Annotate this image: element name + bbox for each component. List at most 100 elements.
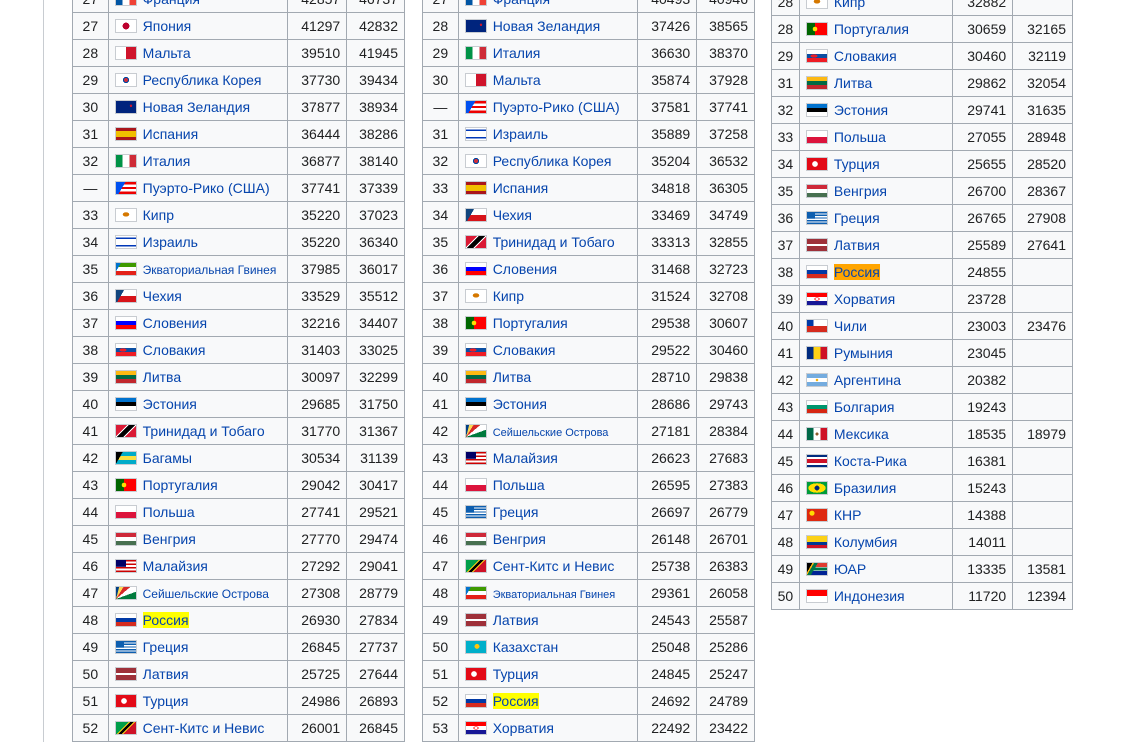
country-link[interactable]: Новая Зеландия: [143, 99, 250, 115]
turkey-flag-icon: [805, 157, 828, 171]
country-link[interactable]: Сент-Китс и Невис: [143, 720, 265, 736]
country-link[interactable]: Эстония: [834, 102, 888, 118]
country-link[interactable]: Греция: [834, 210, 880, 226]
country-link[interactable]: Кипр: [143, 207, 174, 223]
country-link[interactable]: Россия: [492, 693, 539, 709]
country-link[interactable]: Португалия: [143, 477, 218, 493]
country-link[interactable]: Польша: [493, 477, 545, 493]
country-name: Сент-Китс и Невис: [142, 720, 265, 736]
country-link[interactable]: Мальта: [143, 45, 191, 61]
country-link[interactable]: Тринидад и Тобаго: [143, 423, 265, 439]
country-note: (США): [228, 180, 270, 196]
mexico-flag-icon: [805, 427, 828, 441]
country-link[interactable]: Литва: [143, 369, 182, 385]
country-link[interactable]: Пуэрто-Рико (США): [493, 99, 620, 115]
country-link[interactable]: Багамы: [143, 450, 192, 466]
country-link[interactable]: Казахстан: [493, 639, 559, 655]
country-link[interactable]: Израиль: [493, 126, 548, 142]
country-link[interactable]: Испания: [143, 126, 199, 142]
value-cell-2: 29743: [696, 390, 755, 418]
country-link[interactable]: Латвия: [834, 237, 880, 253]
country-link[interactable]: Латвия: [493, 612, 539, 628]
value-cell-1: 32216: [287, 309, 348, 337]
country-link[interactable]: Венгрия: [493, 531, 546, 547]
country-link[interactable]: Литва: [834, 75, 873, 91]
country-link[interactable]: Кипр: [493, 288, 524, 304]
country-link[interactable]: Республика Корея: [493, 153, 612, 169]
country-link[interactable]: ЮАР: [834, 561, 866, 577]
country-link[interactable]: Франция: [143, 0, 200, 7]
country-name: Республика Корея: [492, 153, 612, 169]
country-link[interactable]: Словения: [143, 315, 207, 331]
country-link[interactable]: Экваториальная Гвинея: [143, 263, 277, 277]
country-link[interactable]: Аргентина: [834, 372, 901, 388]
country-cell: Хорватия: [798, 285, 954, 313]
country-link[interactable]: Пуэрто-Рико (США): [143, 180, 270, 196]
country-link[interactable]: Турция: [143, 693, 189, 709]
country-link[interactable]: Индонезия: [834, 588, 905, 604]
country-link[interactable]: Польша: [834, 129, 886, 145]
country-link[interactable]: Румыния: [834, 345, 893, 361]
country-link[interactable]: Сейшельские Острова: [143, 587, 269, 601]
country-link[interactable]: Республика Корея: [143, 72, 262, 88]
value-cell-1: 26700: [952, 177, 1014, 205]
country-link[interactable]: Чехия: [143, 288, 182, 304]
table-row: 48 Россия 26930 27834: [72, 606, 405, 634]
country-link[interactable]: КНР: [834, 507, 862, 523]
country-link[interactable]: Мексика: [834, 426, 889, 442]
country-link[interactable]: Хорватия: [493, 720, 554, 736]
country-link[interactable]: Малайзия: [143, 558, 208, 574]
country-link[interactable]: Греция: [493, 504, 539, 520]
country-link[interactable]: Экваториальная Гвинея: [493, 589, 616, 601]
country-link[interactable]: Россия: [833, 264, 880, 280]
country-link[interactable]: Литва: [493, 369, 532, 385]
country-link[interactable]: Сент-Китс и Невис: [493, 558, 615, 574]
country-link[interactable]: Словакия: [143, 342, 206, 358]
country-link[interactable]: Тринидад и Тобаго: [493, 234, 615, 250]
country-link[interactable]: Греция: [143, 639, 189, 655]
country-link[interactable]: Словакия: [834, 48, 897, 64]
value-cell-1: 34818: [637, 174, 698, 202]
value-cell-1: 28686: [637, 390, 698, 418]
country-link[interactable]: Сейшельские Острова: [493, 427, 609, 439]
country-link[interactable]: Португалия: [493, 315, 568, 331]
country-link[interactable]: Италия: [493, 45, 541, 61]
country-name: Венгрия: [142, 531, 196, 547]
puertorico-flag-icon: [464, 100, 487, 114]
country-link[interactable]: Венгрия: [143, 531, 196, 547]
country-link[interactable]: Болгария: [834, 399, 895, 415]
country-link[interactable]: Хорватия: [834, 291, 895, 307]
country-link[interactable]: Чили: [834, 318, 867, 334]
country-link[interactable]: Франция: [493, 0, 550, 7]
country-link[interactable]: Польша: [143, 504, 195, 520]
country-link[interactable]: Эстония: [143, 396, 197, 412]
country-link[interactable]: Италия: [143, 153, 191, 169]
seychelles-flag-icon: [114, 586, 137, 600]
country-link[interactable]: Турция: [834, 156, 880, 172]
country-link[interactable]: Мальта: [493, 72, 541, 88]
country-link[interactable]: Россия: [142, 612, 189, 628]
country-link[interactable]: Новая Зеландия: [493, 18, 600, 34]
country-link[interactable]: Израиль: [143, 234, 198, 250]
slovakia-flag-icon: [805, 49, 828, 63]
country-link[interactable]: Словакия: [493, 342, 556, 358]
country-name: Мальта: [142, 45, 191, 61]
country-name: Испания: [142, 126, 199, 142]
country-link[interactable]: Турция: [493, 666, 539, 682]
country-link[interactable]: Чехия: [493, 207, 532, 223]
country-link[interactable]: Колумбия: [834, 534, 898, 550]
country-link[interactable]: Малайзия: [493, 450, 558, 466]
country-link[interactable]: Эстония: [493, 396, 547, 412]
country-link[interactable]: Коста-Рика: [834, 453, 907, 469]
country-link[interactable]: Кипр: [834, 0, 865, 10]
country-link[interactable]: Португалия: [834, 21, 909, 37]
table-row: 34 Чехия 33469 34749: [422, 201, 755, 229]
country-link[interactable]: Испания: [493, 180, 549, 196]
country-name: Кипр: [833, 0, 866, 10]
country-link[interactable]: Словения: [493, 261, 557, 277]
country-link[interactable]: Бразилия: [834, 480, 896, 496]
country-link[interactable]: Венгрия: [834, 183, 887, 199]
country-link[interactable]: Япония: [143, 18, 192, 34]
value-cell-1: 26765: [952, 204, 1014, 232]
country-link[interactable]: Латвия: [143, 666, 189, 682]
